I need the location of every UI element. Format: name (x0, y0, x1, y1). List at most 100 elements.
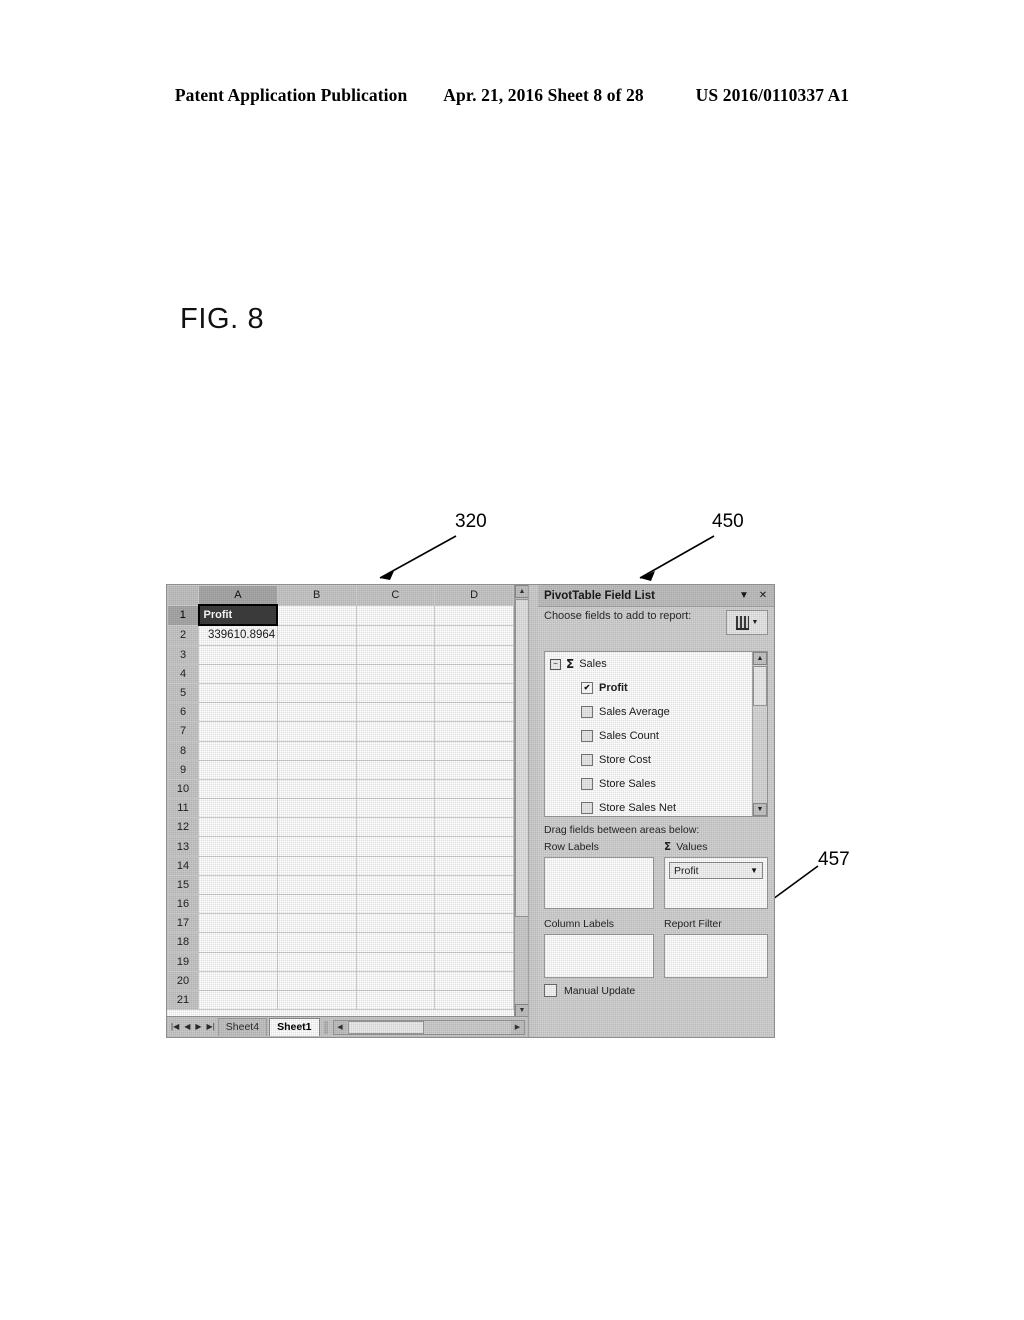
row-header-19[interactable]: 19 (167, 951, 199, 972)
row-header-6[interactable]: 6 (167, 702, 199, 723)
cell-c14[interactable] (355, 855, 436, 876)
sheet-tab-sheet1[interactable]: Sheet1 (269, 1018, 320, 1036)
cell-d12[interactable] (434, 817, 514, 838)
tab-scroll-split[interactable] (323, 1020, 328, 1034)
cell-b12[interactable] (276, 817, 357, 838)
row-header-13[interactable]: 13 (167, 836, 199, 857)
manual-update-row[interactable]: Manual Update (544, 984, 635, 997)
row-header-1[interactable]: 1 (167, 604, 199, 626)
close-icon[interactable]: ✕ (755, 588, 771, 604)
row-header-10[interactable]: 10 (167, 778, 199, 800)
cell-d3[interactable] (434, 644, 514, 665)
field-item-profit[interactable]: ✔ Profit (545, 676, 754, 700)
cell-d1[interactable] (434, 604, 514, 626)
prev-sheet-icon[interactable]: ◀ (184, 1023, 190, 1031)
column-header-c[interactable]: C (355, 585, 436, 606)
select-all-corner[interactable] (167, 585, 199, 606)
cell-d20[interactable] (434, 970, 514, 991)
cell-d10[interactable] (434, 778, 514, 800)
cell-b16[interactable] (276, 893, 357, 915)
cell-b19[interactable] (276, 951, 357, 972)
field-item-store-sales[interactable]: Store Sales (545, 772, 754, 796)
cell-a4[interactable] (198, 663, 278, 684)
column-header-b[interactable]: B (276, 585, 357, 606)
cell-a15[interactable] (198, 874, 278, 896)
cell-d2[interactable] (434, 624, 514, 646)
cell-c11[interactable] (355, 798, 436, 819)
cell-a1[interactable]: Profit (197, 604, 279, 627)
cell-c12[interactable] (355, 817, 436, 838)
cell-c1[interactable] (355, 604, 436, 626)
row-header-9[interactable]: 9 (167, 759, 199, 780)
chevron-down-icon[interactable]: ▼ (752, 619, 759, 626)
cell-b9[interactable] (276, 759, 357, 780)
cell-d16[interactable] (434, 893, 514, 915)
cell-a17[interactable] (198, 913, 278, 934)
cell-a13[interactable] (198, 836, 278, 857)
checkbox-icon[interactable] (581, 754, 593, 766)
cell-b4[interactable] (276, 663, 357, 684)
cell-c21[interactable] (355, 989, 436, 1011)
cell-a2[interactable]: 339610.8964 (198, 624, 278, 646)
field-item-store-cost[interactable]: Store Cost (545, 748, 754, 772)
cell-b13[interactable] (276, 836, 357, 857)
column-header-a[interactable]: A (198, 585, 278, 606)
checkbox-icon[interactable] (581, 706, 593, 718)
cell-c20[interactable] (355, 970, 436, 991)
cell-d14[interactable] (434, 855, 514, 876)
cell-d6[interactable] (434, 702, 514, 723)
scroll-up-icon[interactable]: ▲ (753, 652, 767, 665)
cell-c8[interactable] (355, 740, 436, 761)
cell-d19[interactable] (434, 951, 514, 972)
cell-d15[interactable] (434, 874, 514, 896)
checkbox-icon[interactable] (544, 984, 557, 997)
row-header-21[interactable]: 21 (167, 989, 199, 1011)
cell-a12[interactable] (198, 817, 278, 838)
cell-c9[interactable] (355, 759, 436, 780)
cell-d4[interactable] (434, 663, 514, 684)
sheet-nav-buttons[interactable]: |◀ ◀ ▶ ▶| (167, 1023, 218, 1031)
field-item-sales-average[interactable]: Sales Average (545, 700, 754, 724)
cell-d8[interactable] (434, 740, 514, 761)
scroll-left-icon[interactable]: ◀ (333, 1020, 347, 1034)
cell-c10[interactable] (355, 778, 436, 800)
cell-b3[interactable] (276, 644, 357, 665)
row-header-18[interactable]: 18 (167, 932, 199, 953)
cell-d18[interactable] (434, 932, 514, 953)
cell-a18[interactable] (198, 932, 278, 953)
cell-a7[interactable] (198, 721, 278, 742)
next-sheet-icon[interactable]: ▶ (195, 1023, 201, 1031)
checkbox-icon[interactable] (581, 802, 593, 814)
row-header-5[interactable]: 5 (167, 682, 199, 704)
first-sheet-icon[interactable]: |◀ (171, 1023, 179, 1031)
row-header-20[interactable]: 20 (167, 970, 199, 991)
row-header-7[interactable]: 7 (167, 721, 199, 742)
cell-d21[interactable] (434, 989, 514, 1011)
field-group-sales[interactable]: − Σ Sales (545, 652, 754, 676)
cell-a8[interactable] (198, 740, 278, 761)
cell-b5[interactable] (276, 682, 357, 704)
scroll-down-icon[interactable]: ▼ (753, 803, 767, 816)
cell-b21[interactable] (276, 989, 357, 1011)
cell-d5[interactable] (434, 682, 514, 704)
vertical-scrollbar-thumb[interactable] (515, 599, 529, 917)
cell-a14[interactable] (198, 855, 278, 876)
cell-c16[interactable] (355, 893, 436, 915)
dropzone-values[interactable]: Profit ▼ (664, 857, 768, 909)
cell-c17[interactable] (355, 913, 436, 934)
chevron-down-icon[interactable]: ▼ (736, 588, 752, 604)
scroll-right-icon[interactable]: ▶ (511, 1020, 524, 1034)
cell-b2[interactable] (276, 624, 357, 646)
chevron-down-icon[interactable]: ▼ (750, 866, 758, 875)
cell-b18[interactable] (276, 932, 357, 953)
column-header-d[interactable]: D (434, 585, 514, 606)
last-sheet-icon[interactable]: ▶| (207, 1023, 215, 1031)
cell-d11[interactable] (434, 798, 514, 819)
sheet-tab-sheet4[interactable]: Sheet4 (217, 1018, 268, 1036)
expand-collapse-icon[interactable]: − (550, 658, 561, 670)
cell-a20[interactable] (198, 970, 278, 991)
cell-b11[interactable] (276, 798, 357, 819)
checkbox-icon[interactable]: ✔ (581, 682, 593, 694)
worksheet-grid[interactable]: A B C D 1 Profit 2 339610.8964 3 4 5 6 7… (167, 585, 514, 1017)
scroll-up-icon[interactable]: ▲ (515, 585, 529, 598)
